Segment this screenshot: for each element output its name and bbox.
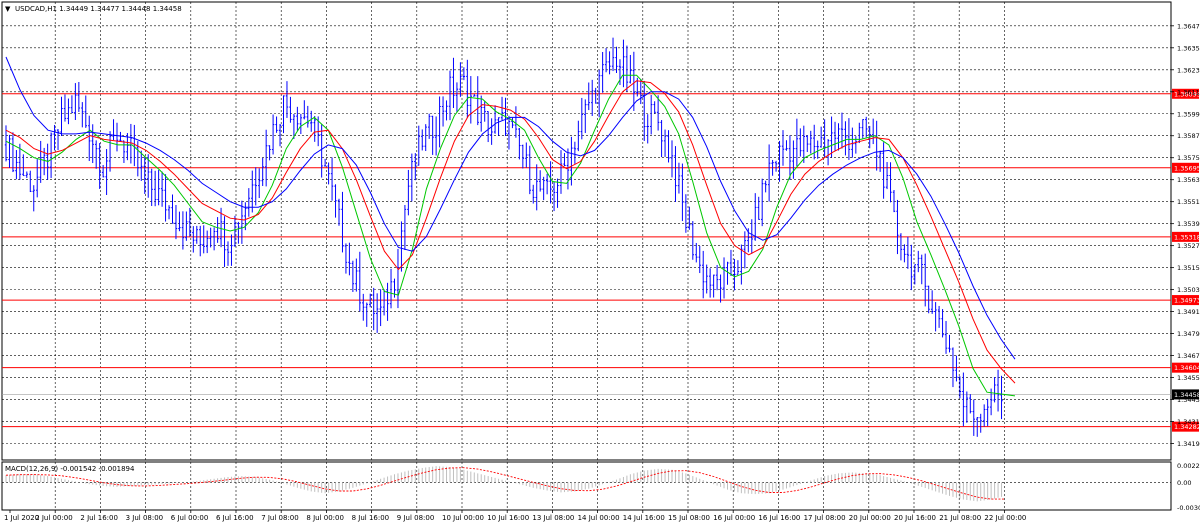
y-tick-label: 1.34910 <box>1177 308 1200 316</box>
x-tick-label: 2 Jul 00:00 <box>35 514 73 522</box>
level-price-label: 1.34973 <box>1174 297 1200 305</box>
y-tick-label: 1.35270 <box>1177 242 1200 250</box>
x-tick-label: 14 Jul 00:00 <box>578 514 620 522</box>
y-tick-label: 1.35870 <box>1177 132 1200 140</box>
x-tick-label: 20 Jul 16:00 <box>894 514 936 522</box>
y-tick-label: 1.36470 <box>1177 22 1200 30</box>
y-tick-label: 1.36110 <box>1177 88 1200 96</box>
x-tick-label: 9 Jul 08:00 <box>397 514 435 522</box>
x-tick-label: 3 Jul 08:00 <box>126 514 164 522</box>
level-price-label: 1.35695 <box>1174 164 1200 172</box>
x-tick-label: 13 Jul 08:00 <box>532 514 574 522</box>
symbol-info: USDCAD,H1 1.34449 1.34477 1.34448 1.3445… <box>15 5 182 13</box>
triangle-down-icon[interactable]: ▼ <box>5 5 11 13</box>
y-tick-label: 1.35390 <box>1177 220 1200 228</box>
y-tick-label: 1.34550 <box>1177 374 1200 382</box>
y-tick-label: 1.35030 <box>1177 286 1200 294</box>
x-tick-label: 6 Jul 16:00 <box>216 514 254 522</box>
y-tick-label: 1.36230 <box>1177 66 1200 74</box>
x-tick-label: 2 Jul 16:00 <box>80 514 118 522</box>
macd-tick-label: -0.00306 <box>1177 504 1200 512</box>
y-tick-label: 1.36350 <box>1177 44 1200 52</box>
y-tick-label: 1.34670 <box>1177 352 1200 360</box>
chart-header: ▼ USDCAD,H1 1.34449 1.34477 1.34448 1.34… <box>5 5 182 13</box>
y-tick-label: 1.35510 <box>1177 198 1200 206</box>
x-tick-label: 17 Jul 08:00 <box>804 514 846 522</box>
chart-svg: 1.360991.356951.353181.349731.346041.342… <box>0 0 1200 527</box>
x-tick-label: 7 Jul 08:00 <box>261 514 299 522</box>
x-tick-label: 10 Jul 16:00 <box>487 514 529 522</box>
x-tick-label: 14 Jul 16:00 <box>623 514 665 522</box>
y-tick-label: 1.35750 <box>1177 154 1200 162</box>
x-tick-label: 10 Jul 00:00 <box>442 514 484 522</box>
y-tick-label: 1.35630 <box>1177 176 1200 184</box>
x-tick-label: 16 Jul 00:00 <box>713 514 755 522</box>
chart-background <box>0 0 1200 527</box>
macd-tick-label: 0.00226 <box>1177 462 1200 470</box>
x-tick-label: 16 Jul 16:00 <box>758 514 800 522</box>
x-tick-label: 1 Jul 2020 <box>4 514 39 522</box>
y-tick-label: 1.34310 <box>1177 418 1200 426</box>
chart-window: 1.36099 1.35695 1.35318 1.34973 1.34604 1.342… <box>0 0 1200 527</box>
y-tick-label: 1.35990 <box>1177 110 1200 118</box>
x-tick-label: 6 Jul 00:00 <box>171 514 209 522</box>
y-tick-label: 1.34430 <box>1177 396 1200 404</box>
y-tick-label: 1.35150 <box>1177 264 1200 272</box>
x-tick-label: 22 Jul 00:00 <box>984 514 1026 522</box>
macd-label: MACD(12,26,9) -0.001542 -0.001894 <box>5 465 135 473</box>
x-tick-label: 8 Jul 16:00 <box>352 514 390 522</box>
x-tick-label: 15 Jul 08:00 <box>668 514 710 522</box>
x-tick-label: 21 Jul 08:00 <box>939 514 981 522</box>
level-price-label: 1.34604 <box>1174 364 1200 372</box>
level-price-label: 1.35318 <box>1174 233 1200 241</box>
y-tick-label: 1.34190 <box>1177 440 1200 448</box>
x-tick-label: 20 Jul 00:00 <box>849 514 891 522</box>
y-tick-label: 1.34790 <box>1177 330 1200 338</box>
macd-tick-label: 0.00 <box>1177 479 1191 487</box>
x-tick-label: 8 Jul 00:00 <box>306 514 344 522</box>
